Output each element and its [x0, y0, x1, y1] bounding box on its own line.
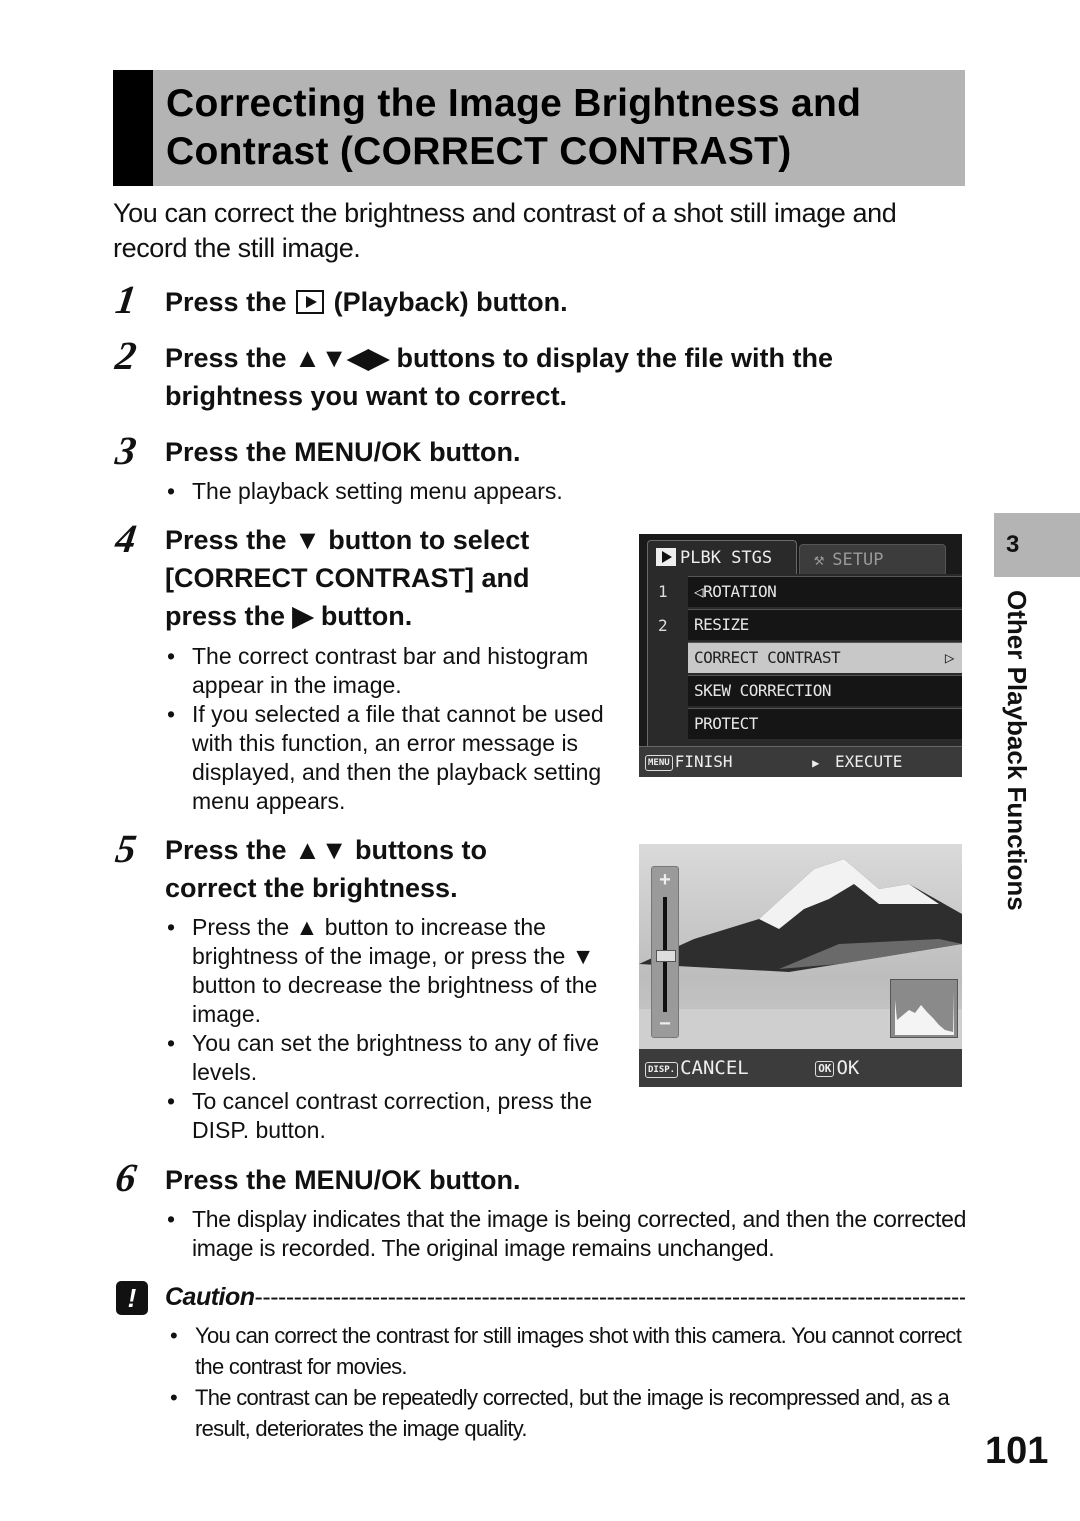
- menu-item-correct-contrast[interactable]: CORRECT CONTRAST ▷: [688, 642, 962, 673]
- menu-item-label: PROTECT: [694, 714, 758, 733]
- menu-footer: MENU FINISH ▶ EXECUTE: [639, 746, 962, 777]
- menu-item-rotation[interactable]: ◁ROTATION: [688, 576, 962, 607]
- page-number: 101: [985, 1430, 1049, 1472]
- bullet-item: The correct contrast bar and histogram a…: [167, 642, 607, 700]
- ok-key-icon: OK: [815, 1061, 835, 1077]
- brightness-slider[interactable]: + −: [651, 866, 679, 1038]
- play-arrow-icon: ▶: [812, 756, 820, 770]
- chapter-number-tab: 3: [994, 513, 1080, 577]
- menu-key-icon: MENU: [645, 755, 673, 771]
- step-bullets: The correct contrast bar and histogram a…: [167, 642, 607, 816]
- step-number: 4: [112, 516, 140, 561]
- step-heading: Press the ▲▼ buttons to correct the brig…: [165, 835, 487, 903]
- step-bullets: The display indicates that the image is …: [167, 1205, 967, 1263]
- minus-icon: −: [659, 1013, 671, 1035]
- footer-finish: FINISH: [674, 752, 733, 771]
- intro-paragraph: You can correct the brightness and contr…: [113, 198, 897, 263]
- step-number: 6: [112, 1155, 140, 1200]
- caution-rule: ----------------------------------------…: [254, 1283, 965, 1311]
- step-bullets: The playback setting menu appears.: [167, 477, 867, 506]
- page-title: Correcting the Image Brightness and Contr…: [166, 80, 861, 176]
- step-number: 2: [112, 333, 140, 378]
- menu-list: 1 2 ◁ROTATION RESIZE CORRECT CONTRAST ▷ S…: [647, 574, 962, 746]
- tab-setup[interactable]: ⚒ SETUP: [799, 544, 946, 576]
- step-number: 3: [112, 428, 140, 473]
- tab-playback-settings[interactable]: PLBK STGS: [647, 540, 797, 575]
- playback-icon: [296, 290, 325, 314]
- menu-item-label: SKEW CORRECTION: [694, 681, 832, 700]
- camera-brightness-screenshot: + − DISP. CANCEL OK OK: [639, 844, 962, 1087]
- bullet-item: You can set the brightness to any of fiv…: [167, 1029, 617, 1087]
- tab-label: SETUP: [832, 550, 884, 570]
- chapter-label: Other Playback Functions: [1002, 590, 1032, 911]
- page-indicator: 2: [658, 616, 668, 635]
- footer-execute: EXECUTE: [835, 752, 903, 771]
- menu-item-protect[interactable]: PROTECT: [688, 708, 962, 739]
- wrench-icon: ⚒: [814, 550, 825, 570]
- tab-label: PLBK STGS: [680, 548, 773, 568]
- menu-item-label: RESIZE: [694, 615, 749, 634]
- step-heading: Press the ▲▼◀▶ buttons to display the fi…: [165, 343, 834, 411]
- section-title-block: Correcting the Image Brightness and Contr…: [113, 70, 965, 186]
- plus-icon: +: [659, 869, 671, 891]
- step-bullets: Press the ▲ button to increase the brigh…: [167, 913, 617, 1145]
- title-line-1: Correcting the Image Brightness and: [166, 82, 862, 125]
- bullet-item: The display indicates that the image is …: [167, 1205, 967, 1263]
- right-arrow-icon: ▷: [944, 648, 955, 667]
- menu-item-label: CORRECT CONTRAST: [694, 648, 841, 667]
- bullet-item: Press the ▲ button to increase the brigh…: [167, 913, 617, 1029]
- title-accent-bar: [113, 70, 153, 186]
- caution-list: You can correct the contrast for still i…: [170, 1320, 970, 1444]
- mountain-shape: [639, 859, 962, 972]
- step-heading: Press the (Playback) button.: [165, 283, 568, 321]
- menu-item-skew-correction[interactable]: SKEW CORRECTION: [688, 675, 962, 706]
- caution-title: Caution: [165, 1283, 255, 1311]
- slider-thumb[interactable]: [656, 949, 676, 962]
- bullet-item: If you selected a file that cannot be us…: [167, 700, 607, 816]
- step-number: 1: [112, 277, 140, 322]
- caution-item: The contrast can be repeatedly corrected…: [170, 1382, 970, 1444]
- title-line-2: Contrast (CORRECT CONTRAST): [166, 130, 792, 173]
- histogram-curve: [895, 990, 954, 1035]
- step-text: (Playback) button.: [333, 287, 568, 317]
- menu-item-label: ROTATION: [703, 582, 777, 601]
- caution-heading: Caution---------------------------------…: [165, 1279, 965, 1315]
- page-indicator: 1: [658, 582, 668, 601]
- left-arrow-icon: ◁: [694, 582, 704, 601]
- bullet-item: The playback setting menu appears.: [167, 477, 867, 506]
- step-number: 5: [112, 826, 140, 871]
- step-text: Press the: [165, 287, 287, 317]
- step-heading: Press the MENU/OK button.: [165, 1165, 521, 1195]
- camera-menu-screenshot: PLBK STGS ⚒ SETUP 1 2 ◁ROTATION RESIZE CO…: [639, 534, 962, 777]
- playback-icon: [656, 548, 676, 566]
- screen-footer: DISP. CANCEL OK OK: [639, 1049, 962, 1087]
- caution-item: You can correct the contrast for still i…: [170, 1320, 970, 1382]
- bullet-item: To cancel contrast correction, press the…: [167, 1087, 617, 1145]
- step-heading: Press the ▼ button to select [CORRECT CO…: [165, 525, 530, 631]
- caution-icon: !: [116, 1281, 148, 1315]
- histogram: [890, 979, 958, 1038]
- disp-key-icon: DISP.: [645, 1062, 679, 1078]
- ok-label: OK: [836, 1057, 860, 1079]
- cancel-label: CANCEL: [680, 1057, 749, 1079]
- menu-item-resize[interactable]: RESIZE: [688, 609, 962, 640]
- step-heading: Press the MENU/OK button.: [165, 437, 521, 467]
